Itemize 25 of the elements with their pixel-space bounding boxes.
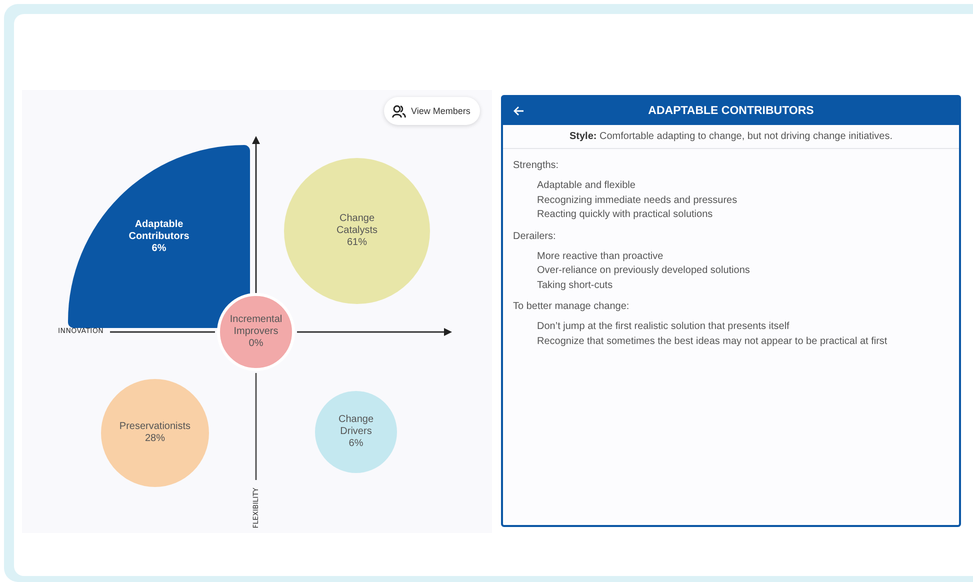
list-item: Over-reliance on previously developed solutions <box>537 264 751 278</box>
segment-bubble[interactable]: Change Drivers 6% <box>315 391 397 473</box>
segment-label: Change Drivers 6% <box>337 414 375 450</box>
view-members-button[interactable]: View Members <box>384 97 480 125</box>
list-item: Don’t jump at the first realistic solution that presents itself <box>537 320 790 334</box>
segment-label: Adaptable Contributors 6% <box>128 218 190 254</box>
list-item: Recognize that sometimes the best ideas may not appear to be practical at first <box>537 334 888 348</box>
list-item: Adaptable and flexible <box>537 179 636 193</box>
back-button[interactable] <box>511 104 526 118</box>
section-heading: Derailers: <box>513 230 557 242</box>
section-heading: To better manage change: <box>513 301 630 312</box>
segment-bubble[interactable]: Preservationists 28% <box>101 379 209 487</box>
segment-bubble[interactable]: Incremental Improvers 0% <box>217 293 295 371</box>
segment-label: Change Catalysts 61% <box>335 213 379 249</box>
list-item: Recognizing immediate needs and pressures <box>537 194 738 208</box>
people-icon <box>392 104 406 118</box>
segment-label: Preservationists 28% <box>119 421 191 445</box>
back-arrow-icon <box>513 106 524 116</box>
section-heading: Strengths: <box>513 160 560 171</box>
segment-bubble[interactable]: Change Catalysts 61% <box>284 158 430 304</box>
panel-title: ADAPTABLE CONTRIBUTORS <box>647 105 815 117</box>
style-description: Style: Comfortable adapting to change, but not driving change initiatives. <box>503 125 959 149</box>
list-item: Taking short-cuts <box>537 278 614 292</box>
list-item: More reactive than proactive <box>537 250 664 264</box>
list-item: Reacting quickly with practical solutions <box>537 208 714 222</box>
